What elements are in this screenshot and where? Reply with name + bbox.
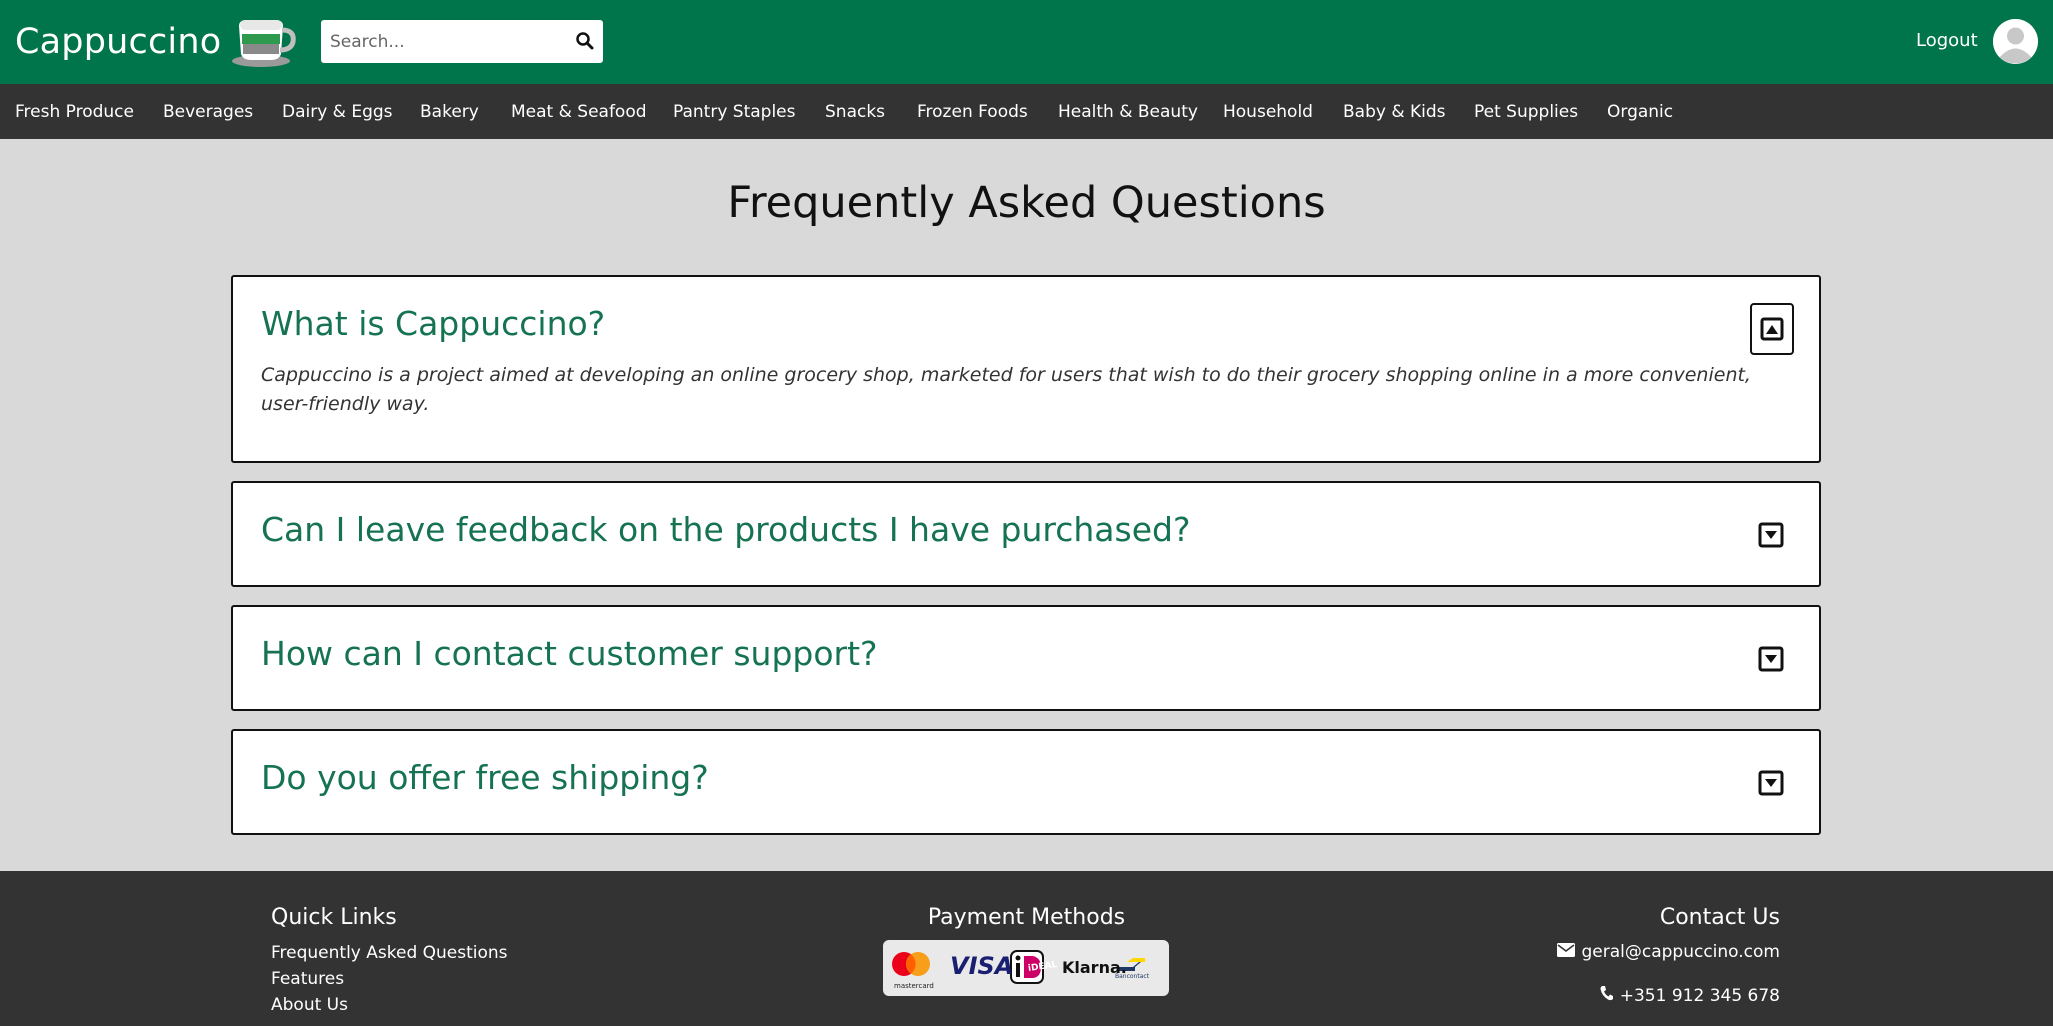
contact-phone-row: +351 912 345 678 <box>1600 985 1780 1006</box>
category-health-beauty[interactable]: Health & Beauty <box>1058 102 1198 122</box>
category-pantry-staples[interactable]: Pantry Staples <box>673 102 796 122</box>
envelope-icon <box>1557 942 1576 962</box>
contact-email-link[interactable]: geral@cappuccino.com <box>1581 942 1780 962</box>
top-bar: Cappuccino Logout <box>0 0 2053 84</box>
expand-arrow-icon[interactable] <box>1758 522 1784 548</box>
faq-item[interactable]: How can I contact customer support? <box>231 605 1821 711</box>
brand-name: Cappuccino <box>15 22 222 62</box>
category-baby-kids[interactable]: Baby & Kids <box>1343 102 1446 122</box>
mastercard-logo-icon <box>892 952 930 976</box>
category-frozen-foods[interactable]: Frozen Foods <box>917 102 1028 122</box>
category-organic[interactable]: Organic <box>1607 102 1673 122</box>
faq-item[interactable]: Do you offer free shipping? <box>231 729 1821 835</box>
coffee-cup-logo-icon <box>231 16 297 68</box>
page-title: Frequently Asked Questions <box>727 178 1326 228</box>
search-icon[interactable] <box>575 31 595 51</box>
phone-icon <box>1600 985 1614 1006</box>
expand-arrow-icon[interactable] <box>1758 646 1784 672</box>
faq-item[interactable]: Can I leave feedback on the products I h… <box>231 481 1821 587</box>
search-input[interactable] <box>321 21 561 62</box>
footer-link-about[interactable]: About Us <box>271 995 348 1015</box>
contact-email-row: geral@cappuccino.com <box>1557 942 1780 962</box>
category-pet-supplies[interactable]: Pet Supplies <box>1474 102 1578 122</box>
brand-logo-link[interactable]: Cappuccino <box>15 16 297 68</box>
category-dairy-eggs[interactable]: Dairy & Eggs <box>282 102 393 122</box>
payment-label: VISA <box>950 952 1014 980</box>
collapse-arrow-icon[interactable] <box>1750 303 1794 355</box>
category-snacks[interactable]: Snacks <box>825 102 885 122</box>
category-fresh-produce[interactable]: Fresh Produce <box>15 102 134 122</box>
faq-question[interactable]: Do you offer free shipping? <box>261 758 709 797</box>
faq-question[interactable]: Can I leave feedback on the products I h… <box>261 510 1190 549</box>
logout-link[interactable]: Logout <box>1916 30 1978 51</box>
category-bakery[interactable]: Bakery <box>420 102 479 122</box>
faq-question[interactable]: How can I contact customer support? <box>261 634 878 673</box>
footer-link-faq[interactable]: Frequently Asked Questions <box>271 943 508 963</box>
faq-question[interactable]: What is Cappuccino? <box>261 304 605 343</box>
faq-answer: Cappuccino is a project aimed at develop… <box>261 364 1751 415</box>
payment-label: Bancontact <box>1115 973 1150 980</box>
contact-heading: Contact Us <box>1659 905 1780 930</box>
contact-phone: +351 912 345 678 <box>1619 985 1780 1006</box>
user-avatar-icon[interactable] <box>1993 19 2038 64</box>
category-nav: Fresh Produce Beverages Dairy & Eggs Bak… <box>0 84 2053 139</box>
category-household[interactable]: Household <box>1223 102 1313 122</box>
faq-item[interactable]: What is Cappuccino? Cappuccino is a proj… <box>231 275 1821 463</box>
footer-link-features[interactable]: Features <box>271 969 344 989</box>
search-bar <box>321 20 603 63</box>
payment-methods-logos: mastercard VISA iDEAL Klarna. Bancontact <box>883 940 1169 996</box>
category-meat-seafood[interactable]: Meat & Seafood <box>511 102 647 122</box>
category-beverages[interactable]: Beverages <box>163 102 253 122</box>
expand-arrow-icon[interactable] <box>1758 770 1784 796</box>
footer: Quick Links Frequently Asked Questions F… <box>0 871 2053 1026</box>
payment-label: mastercard <box>894 982 934 990</box>
